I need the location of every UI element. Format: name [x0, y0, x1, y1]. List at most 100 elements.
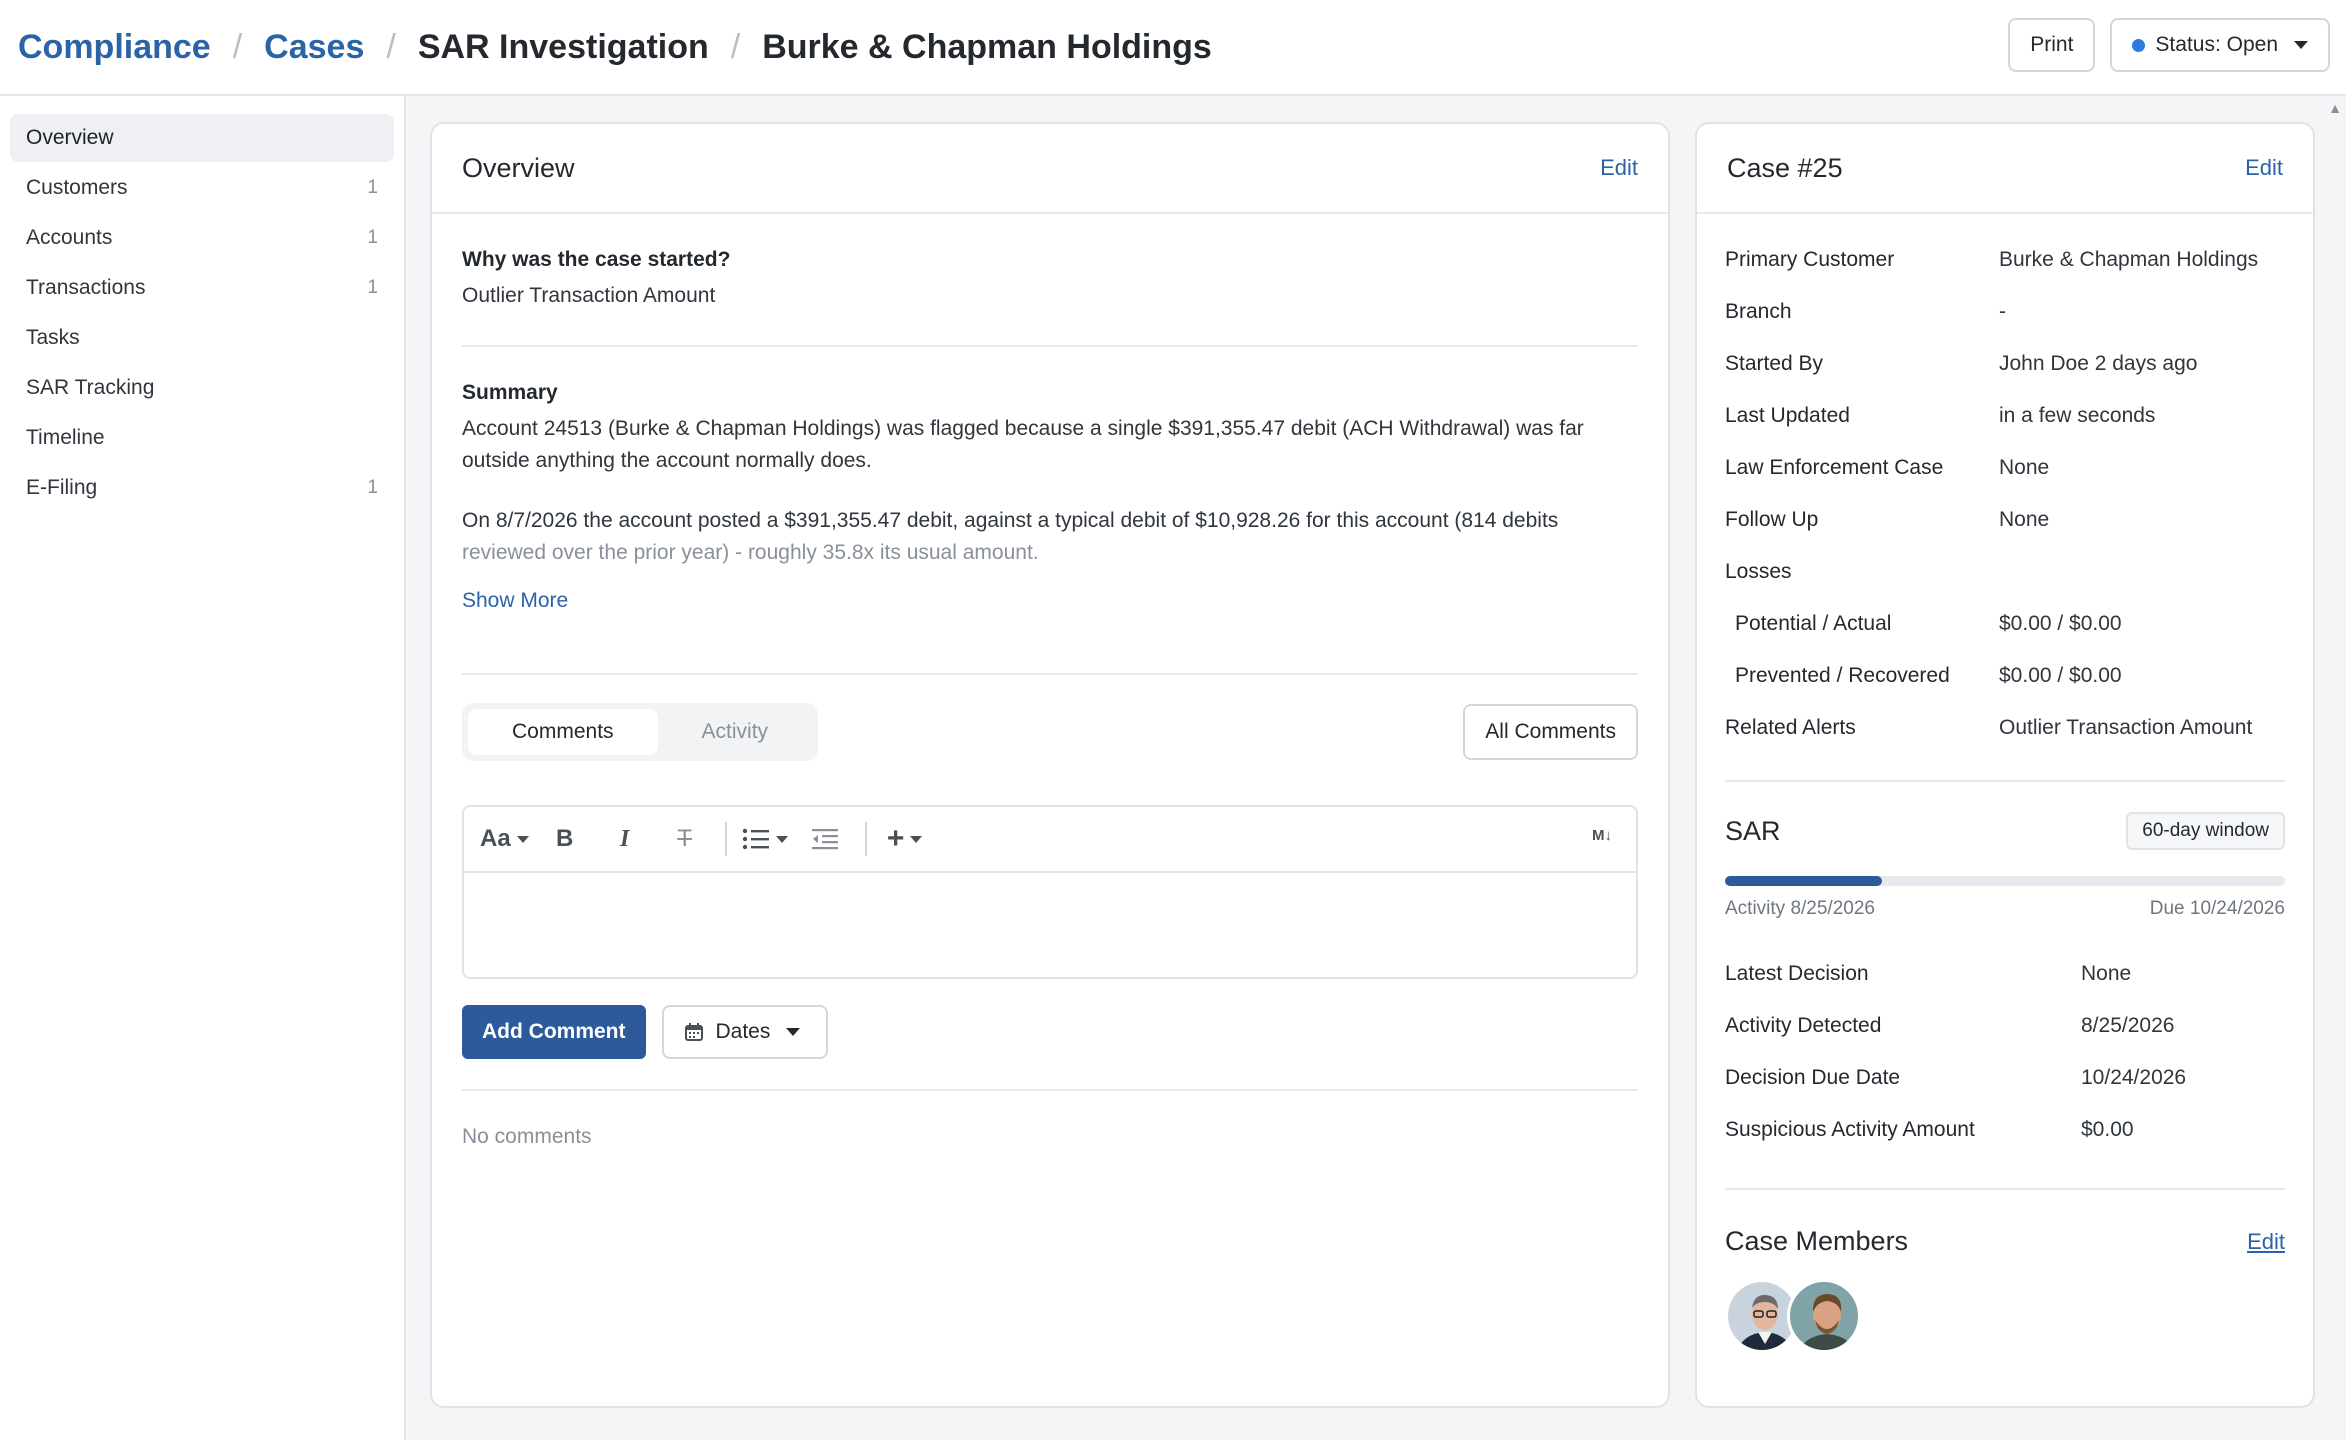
field-label: Losses: [1725, 560, 1792, 583]
summary-paragraph-2: On 8/7/2026 the account posted a $391,35…: [462, 509, 1559, 532]
sidebar-item-label: E-Filing: [26, 476, 98, 499]
field-value: $0.00 / $0.00: [1999, 612, 2122, 635]
field-value: in a few seconds: [1999, 404, 2156, 427]
show-more-link[interactable]: Show More: [462, 585, 1638, 617]
dates-dropdown[interactable]: Dates: [661, 1005, 828, 1059]
sidebar-item-label: Tasks: [26, 326, 80, 349]
no-comments-text: No comments: [462, 1125, 592, 1148]
sidebar-item-timeline[interactable]: Timeline: [10, 414, 394, 462]
case-members-title: Case Members: [1725, 1226, 1909, 1256]
field-value: None: [1999, 456, 2050, 479]
breadcrumb: Compliance / Cases / SAR Investigation /…: [18, 28, 1212, 67]
bold-icon[interactable]: B: [541, 819, 589, 859]
sidebar-item-count: 1: [367, 477, 378, 498]
avatar[interactable]: [1787, 1279, 1861, 1353]
sidebar-item-transactions[interactable]: Transactions 1: [10, 264, 394, 312]
page-title: Burke & Chapman Holdings: [762, 27, 1212, 66]
case-members-edit-link[interactable]: Edit: [2247, 1229, 2285, 1255]
related-alert-link[interactable]: Outlier Transaction Amount: [1999, 716, 2252, 740]
field-started-by: Started By John Doe 2 days ago: [1725, 338, 2285, 390]
toolbar-divider: [864, 822, 867, 856]
all-comments-button[interactable]: All Comments: [1463, 704, 1638, 760]
dates-label: Dates: [715, 1020, 771, 1043]
insert-plus-icon[interactable]: +: [881, 819, 929, 859]
field-decision-due-date: Decision Due Date 10/24/2026: [1725, 1052, 2285, 1104]
italic-icon[interactable]: I: [601, 819, 649, 859]
add-comment-button[interactable]: Add Comment: [462, 1005, 646, 1059]
losses-heading: Losses: [1725, 546, 2285, 598]
outdent-icon[interactable]: [801, 819, 849, 859]
field-label: Potential / Actual: [1735, 612, 1892, 635]
scroll-up-arrow-icon[interactable]: ▲: [2328, 100, 2342, 116]
tab-comments[interactable]: Comments: [468, 709, 658, 755]
sidebar-item-label: Transactions: [26, 276, 146, 299]
tab-activity[interactable]: Activity: [658, 709, 813, 755]
sidebar: Overview Customers 1 Accounts 1 Transact…: [0, 96, 406, 1440]
editor-toolbar: Aa B I T + M↓: [464, 807, 1636, 873]
primary-customer-link[interactable]: Burke & Chapman Holdings: [1999, 248, 2258, 272]
case-title: Case #25: [1727, 152, 1843, 183]
sidebar-item-e-filing[interactable]: E-Filing 1: [10, 464, 394, 512]
sidebar-item-tasks[interactable]: Tasks: [10, 314, 394, 362]
breadcrumb-separator: /: [386, 27, 396, 66]
sidebar-item-label: Timeline: [26, 426, 105, 449]
field-follow-up: Follow Up None: [1725, 494, 2285, 546]
field-label: Follow Up: [1725, 508, 1819, 531]
strikethrough-icon[interactable]: T: [661, 819, 709, 859]
field-value: None: [1999, 508, 2050, 531]
breadcrumb-compliance[interactable]: Compliance: [18, 28, 211, 67]
field-label: Decision Due Date: [1725, 1066, 1901, 1089]
top-bar: Compliance / Cases / SAR Investigation /…: [0, 0, 2346, 96]
sidebar-item-count: 1: [367, 227, 378, 248]
sidebar-item-sar-tracking[interactable]: SAR Tracking: [10, 364, 394, 412]
sidebar-item-customers[interactable]: Customers 1: [10, 164, 394, 212]
font-size-icon[interactable]: Aa: [480, 819, 529, 859]
chevron-down-icon: [786, 1028, 801, 1036]
sar-due-date: Due 10/24/2026: [2149, 898, 2285, 919]
person-avatar-icon: [1790, 1282, 1858, 1350]
sidebar-item-accounts[interactable]: Accounts 1: [10, 214, 394, 262]
field-activity-detected: Activity Detected 8/25/2026: [1725, 1000, 2285, 1052]
chevron-down-icon: [516, 835, 529, 843]
sidebar-item-label: SAR Tracking: [26, 376, 155, 399]
breadcrumb-cases[interactable]: Cases: [264, 28, 364, 67]
field-label: Related Alerts: [1725, 716, 1856, 739]
field-label: Branch: [1725, 300, 1792, 323]
breadcrumb-separator: /: [232, 27, 243, 66]
markdown-icon[interactable]: M↓: [1592, 827, 1612, 844]
field-label: Primary Customer: [1725, 248, 1895, 271]
field-label: Law Enforcement Case: [1725, 456, 1944, 479]
sidebar-item-overview[interactable]: Overview: [10, 114, 394, 162]
sar-window-badge: 60-day window: [2126, 812, 2285, 850]
sidebar-item-label: Accounts: [26, 226, 113, 249]
comment-input[interactable]: [464, 873, 1636, 977]
summary-paragraph-2-fade: reviewed over the prior year) - roughly …: [462, 541, 1039, 564]
outdent-glyph: [811, 829, 838, 850]
reason-value: Outlier Transaction Amount: [462, 284, 716, 307]
status-label: Status: Open: [2155, 33, 2278, 56]
list-glyph: [742, 828, 769, 850]
summary-label: Summary: [462, 381, 558, 404]
chevron-down-icon: [910, 835, 923, 843]
overview-edit-link[interactable]: Edit: [1600, 155, 1638, 181]
field-label: Latest Decision: [1725, 962, 1869, 985]
field-value: -: [1999, 300, 2006, 323]
breadcrumb-separator: /: [730, 27, 741, 66]
chevron-down-icon: [2294, 41, 2308, 49]
calendar-icon: [684, 1023, 703, 1041]
latest-decision-link[interactable]: None: [2081, 962, 2131, 986]
field-value: $0.00 / $0.00: [1999, 664, 2122, 687]
field-suspicious-activity-amount: Suspicious Activity Amount $0.00: [1725, 1104, 2285, 1156]
bulleted-list-icon[interactable]: [741, 819, 789, 859]
print-button[interactable]: Print: [2008, 18, 2096, 72]
field-label: Activity Detected: [1725, 1014, 1882, 1037]
field-related-alerts: Related Alerts Outlier Transaction Amoun…: [1725, 702, 2285, 754]
sar-progress-fill: [1725, 876, 1882, 886]
field-label: Prevented / Recovered: [1735, 664, 1950, 687]
field-latest-decision: Latest Decision None: [1725, 948, 2285, 1000]
case-edit-link[interactable]: Edit: [2245, 155, 2283, 181]
field-prevented-recovered: Prevented / Recovered $0.00 / $0.00: [1725, 650, 2285, 702]
field-last-updated: Last Updated in a few seconds: [1725, 390, 2285, 442]
status-dropdown[interactable]: Status: Open: [2110, 18, 2330, 72]
sar-title: SAR: [1725, 815, 1781, 846]
